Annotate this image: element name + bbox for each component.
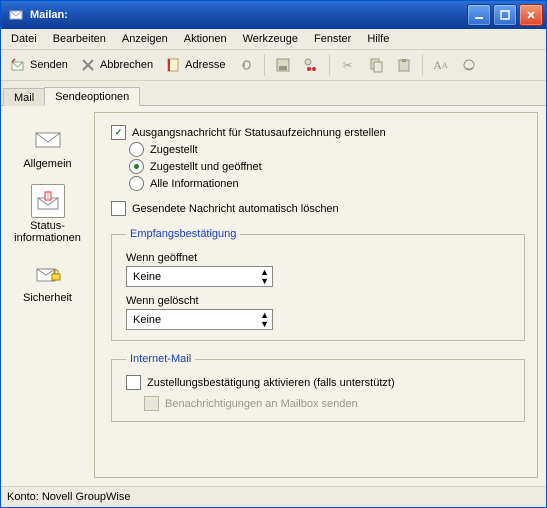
cancel-label: Abbrechen	[100, 59, 153, 71]
main-panel: Ausgangsnachricht für Statusaufzeichnung…	[94, 112, 538, 478]
when-opened-value: Keine	[133, 271, 161, 283]
copy-icon	[368, 57, 384, 73]
sidebar-item-security[interactable]: Sicherheit	[6, 256, 90, 306]
sidebar-security-label: Sicherheit	[23, 292, 72, 304]
tabstrip: Mail Sendeoptionen	[1, 81, 546, 106]
scissors-icon: ✂	[340, 57, 356, 73]
content-area: Allgemein ! Status- informationen Sicher…	[1, 106, 546, 486]
menu-view[interactable]: Anzeigen	[114, 31, 176, 47]
cancel-icon	[80, 57, 96, 73]
window-buttons	[467, 4, 543, 26]
radio-delivered-opened-label: Zugestellt und geöffnet	[150, 161, 262, 173]
properties-icon	[303, 57, 319, 73]
address-button[interactable]: Adresse	[160, 54, 230, 76]
auto-delete-label: Gesendete Nachricht automatisch löschen	[132, 203, 339, 215]
auto-delete-checkbox[interactable]: Gesendete Nachricht automatisch löschen	[111, 201, 525, 216]
window-title: Mailan:	[28, 9, 467, 21]
checkbox-icon	[126, 375, 141, 390]
stepper-icon: ▲▼	[260, 268, 269, 286]
checkbox-icon	[111, 201, 126, 216]
svg-text:!: !	[46, 192, 48, 201]
menu-edit[interactable]: Bearbeiten	[45, 31, 114, 47]
paste-icon	[396, 57, 412, 73]
status-info-icon: !	[31, 184, 65, 218]
maximize-button[interactable]	[493, 4, 517, 26]
receipt-legend: Empfangsbestätigung	[126, 228, 240, 240]
menu-file[interactable]: Datei	[3, 31, 45, 47]
toolbar-separator	[422, 54, 423, 76]
enable-delivery-checkbox[interactable]: Zustellungsbestätigung aktivieren (falls…	[126, 375, 514, 390]
internet-legend: Internet-Mail	[126, 353, 195, 365]
statusbar: Konto: Novell GroupWise	[1, 486, 546, 507]
radio-icon	[129, 176, 144, 191]
spellcheck-icon	[461, 57, 477, 73]
send-mailbox-label: Benachrichtigungen an Mailbox senden	[165, 398, 358, 410]
application-window: Mailan: Datei Bearbeiten Anzeigen Aktion…	[0, 0, 547, 508]
paperclip-icon	[238, 57, 254, 73]
titlebar: Mailan:	[1, 1, 546, 29]
tab-send-options[interactable]: Sendeoptionen	[44, 87, 140, 106]
options-button[interactable]	[298, 54, 324, 76]
app-icon	[8, 7, 24, 23]
receipt-group: Empfangsbestätigung Wenn geöffnet Keine …	[111, 228, 525, 341]
options-sidebar: Allgemein ! Status- informationen Sicher…	[1, 112, 94, 486]
paste-button[interactable]	[391, 54, 417, 76]
menu-help[interactable]: Hilfe	[359, 31, 397, 47]
sidebar-general-label: Allgemein	[23, 158, 71, 170]
radio-icon	[129, 142, 144, 157]
cut-button[interactable]: ✂	[335, 54, 361, 76]
save-button[interactable]	[270, 54, 296, 76]
address-label: Adresse	[185, 59, 225, 71]
radio-delivered-opened[interactable]: Zugestellt und geöffnet	[129, 159, 525, 174]
enable-delivery-label: Zustellungsbestätigung aktivieren (falls…	[147, 377, 395, 389]
addressbook-icon	[165, 57, 181, 73]
security-icon	[32, 258, 64, 290]
when-deleted-value: Keine	[133, 314, 161, 326]
sidebar-item-status-info[interactable]: ! Status- informationen	[6, 182, 90, 246]
menu-tools[interactable]: Werkzeuge	[235, 31, 306, 47]
spellcheck-button[interactable]	[456, 54, 482, 76]
when-deleted-label: Wenn gelöscht	[126, 295, 514, 307]
checkbox-icon	[144, 396, 159, 411]
toolbar-separator	[264, 54, 265, 76]
font-button[interactable]: AA	[428, 54, 454, 76]
toolbar-separator	[329, 54, 330, 76]
when-opened-label: Wenn geöffnet	[126, 252, 514, 264]
sidebar-status-label: Status- informationen	[14, 220, 81, 244]
radio-all-info-label: Alle Informationen	[150, 178, 239, 190]
envelope-icon	[32, 124, 64, 156]
menu-actions[interactable]: Aktionen	[176, 31, 235, 47]
send-icon	[10, 57, 26, 73]
tab-mail[interactable]: Mail	[3, 88, 45, 106]
toolbar: Senden Abbrechen Adresse ✂ AA	[1, 50, 546, 81]
radio-all-info[interactable]: Alle Informationen	[129, 176, 525, 191]
create-outgoing-label: Ausgangsnachricht für Statusaufzeichnung…	[132, 127, 386, 139]
send-button[interactable]: Senden	[5, 54, 73, 76]
radio-icon	[129, 159, 144, 174]
create-outgoing-checkbox[interactable]: Ausgangsnachricht für Statusaufzeichnung…	[111, 125, 525, 140]
copy-button[interactable]	[363, 54, 389, 76]
send-mailbox-checkbox: Benachrichtigungen an Mailbox senden	[144, 396, 514, 411]
sidebar-item-general[interactable]: Allgemein	[6, 122, 90, 172]
checkbox-icon	[111, 125, 126, 140]
menubar: Datei Bearbeiten Anzeigen Aktionen Werkz…	[1, 29, 546, 50]
cancel-button[interactable]: Abbrechen	[75, 54, 158, 76]
save-icon	[275, 57, 291, 73]
close-button[interactable]	[519, 4, 543, 26]
font-icon: AA	[433, 57, 449, 73]
radio-delivered[interactable]: Zugestellt	[129, 142, 525, 157]
radio-delivered-label: Zugestellt	[150, 144, 198, 156]
when-opened-select[interactable]: Keine ▲▼	[126, 266, 273, 287]
minimize-button[interactable]	[467, 4, 491, 26]
internet-mail-group: Internet-Mail Zustellungsbestätigung akt…	[111, 353, 525, 422]
account-status: Konto: Novell GroupWise	[7, 491, 131, 503]
stepper-icon: ▲▼	[260, 311, 269, 329]
when-deleted-select[interactable]: Keine ▲▼	[126, 309, 273, 330]
attachment-button[interactable]	[233, 54, 259, 76]
menu-window[interactable]: Fenster	[306, 31, 359, 47]
send-label: Senden	[30, 59, 68, 71]
